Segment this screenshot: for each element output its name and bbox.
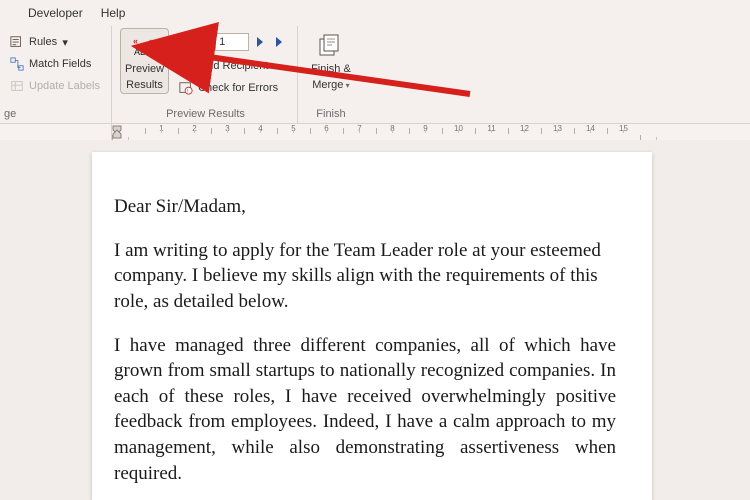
menu-help[interactable]: Help [101,6,126,20]
finish-merge-button[interactable]: Finish & Merge ▾ [306,28,356,95]
update-labels-icon [9,78,25,94]
horizontal-ruler[interactable]: 123456789101112131415 [112,124,673,140]
find-recipient-icon [178,58,194,74]
dropdown-caret-icon: ▾ [343,81,349,90]
check-errors-icon: ! [178,80,194,96]
document-area: Dear Sir/Madam, I am writing to apply fo… [0,140,750,500]
svg-text:ABC: ABC [134,47,153,56]
rules-button[interactable]: Rules ▾ [4,32,105,52]
record-navigation [173,30,291,54]
rules-icon [9,34,25,50]
preview-results-label-1: Preview [125,62,164,76]
match-fields-label: Match Fields [29,58,91,70]
indent-marker-icon[interactable] [112,125,124,139]
ribbon-group-finish-label: Finish [306,107,356,123]
preview-results-button[interactable]: « » ABC Preview Results [120,28,169,94]
finish-merge-icon [315,32,347,60]
ribbon-group-finish: Finish & Merge ▾ Finish [300,26,362,123]
rules-label: Rules [29,36,57,48]
last-record-button[interactable] [271,33,289,51]
preview-results-icon: « » ABC [129,32,161,60]
update-labels-button: Update Labels [4,76,105,96]
ribbon-group-write-insert: Rules ▾ Match Fields Update Labels ge [4,26,112,123]
menu-bar: Developer Help [0,0,750,26]
ribbon-group-write-insert-label: ge [4,107,105,123]
match-fields-button[interactable]: Match Fields [4,54,105,74]
ribbon-group-preview-results: « » ABC Preview Results [114,26,298,123]
svg-text:»: » [149,36,154,46]
document-body: Dear Sir/Madam, I am writing to apply fo… [114,194,616,486]
document-page[interactable]: Dear Sir/Madam, I am writing to apply fo… [92,152,652,500]
record-number-input[interactable] [215,33,249,51]
update-labels-label: Update Labels [29,80,100,92]
ruler-gutter [0,124,112,140]
previous-record-button[interactable] [195,33,213,51]
ruler-row: 123456789101112131415 [0,124,750,140]
preview-results-label-2: Results [126,78,163,92]
finish-merge-label-2: Merge [312,79,343,91]
match-fields-icon [9,56,25,72]
svg-text:«: « [133,36,138,46]
ribbon-mailings: Rules ▾ Match Fields Update Labels ge [0,26,750,124]
find-recipient-button[interactable]: Find Recipient [173,56,291,76]
doc-paragraph-intro: I am writing to apply for the Team Leade… [114,238,616,315]
doc-paragraph-greeting: Dear Sir/Madam, [114,194,616,220]
svg-text:!: ! [187,89,188,95]
menu-developer[interactable]: Developer [28,6,83,20]
check-errors-label: Check for Errors [198,82,278,94]
finish-merge-label-1: Finish & [311,62,351,76]
find-recipient-label: Find Recipient [198,60,268,72]
ribbon-group-preview-results-label: Preview Results [120,107,291,123]
dropdown-caret-icon: ▾ [61,34,69,50]
next-record-button[interactable] [251,33,269,51]
doc-paragraph-experience: I have managed three different companies… [114,333,616,487]
first-record-button[interactable] [175,33,193,51]
check-errors-button[interactable]: ! Check for Errors [173,78,291,98]
